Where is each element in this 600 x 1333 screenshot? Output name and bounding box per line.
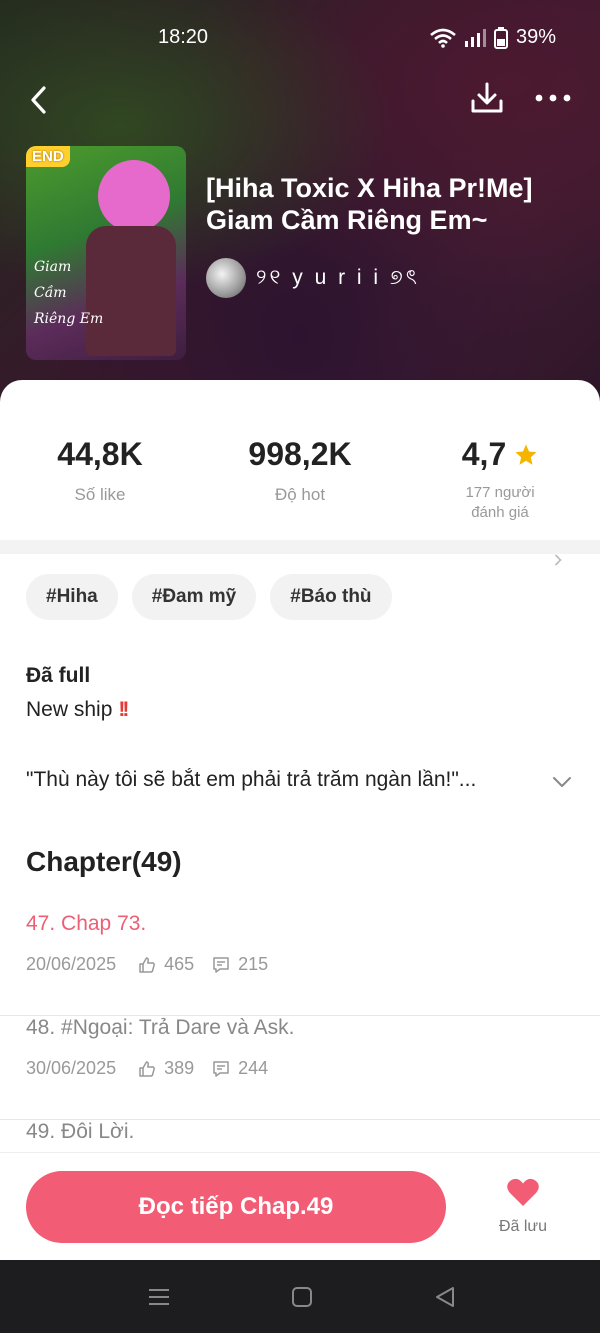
chapter-title: 49. Đôi Lời. (26, 1120, 135, 1143)
continue-reading-button[interactable]: Đọc tiếp Chap.49 (26, 1171, 446, 1243)
saved-label: Đã lưu (498, 1218, 548, 1235)
tag-list: #Hiha #Đam mỹ #Báo thù (26, 574, 392, 620)
chevron-left-icon (31, 86, 46, 114)
triangle-back-icon (436, 1287, 454, 1307)
tag-chip[interactable]: #Báo thù (270, 574, 392, 620)
story-summary: "Thù này tôi sẽ bắt em phải trả trăm ngà… (26, 768, 477, 791)
rating-count-label: 177 người (465, 484, 535, 501)
likes-label: Số like (74, 485, 126, 504)
menu-icon (149, 1289, 169, 1305)
battery-level: 39% (515, 26, 556, 48)
cover-title-art: Giam Cầm Riêng Em (34, 259, 104, 327)
chapter-date: 20/06/2025 (26, 954, 117, 974)
thumbs-up-icon (138, 956, 156, 974)
status-time: 18:20 (158, 26, 209, 48)
signal-icon (464, 28, 486, 47)
chevron-right-icon[interactable] (554, 554, 562, 566)
likes-value: 44,8K (57, 436, 143, 472)
battery-icon (493, 26, 508, 49)
top-bar (0, 76, 600, 124)
chapter-title: 47. Chap 73. (26, 912, 147, 935)
home-nav-button[interactable] (287, 1282, 317, 1312)
description-text: New ship (26, 698, 113, 721)
section-divider (0, 540, 600, 554)
comment-icon (212, 956, 230, 974)
author-avatar (206, 258, 246, 298)
details-sheet: 44,8K Số like 998,2K Độ hot 4,7 177 ngườ… (0, 380, 600, 1260)
stat-hot: 998,2K Độ hot (200, 436, 400, 505)
stats-row: 44,8K Số like 998,2K Độ hot 4,7 177 ngườ… (0, 436, 600, 566)
system-navigation-bar (0, 1260, 600, 1333)
chapter-title: 48. #Ngoại: Trả Dare và Ask. (26, 1016, 295, 1039)
chapter-row[interactable]: 48. #Ngoại: Trả Dare và Ask. 30/06/2025 … (0, 1016, 600, 1120)
stat-likes: 44,8K Số like (0, 436, 200, 505)
hot-value: 998,2K (248, 436, 352, 472)
download-icon (471, 82, 503, 113)
expand-summary-button[interactable] (548, 768, 576, 796)
download-button[interactable] (468, 78, 506, 118)
star-icon (515, 444, 537, 465)
home-square-icon (292, 1287, 312, 1307)
chapter-comments: 215 (238, 954, 269, 974)
menu-nav-button[interactable] (144, 1282, 174, 1312)
chapter-row[interactable]: 47. Chap 73. 20/06/2025 465 215 (0, 912, 600, 1016)
more-horizontal-icon (535, 94, 571, 102)
wifi-icon (430, 28, 456, 48)
double-exclamation-icon: !! (118, 698, 129, 721)
story-title: [Hiha Toxic X Hiha Pr!Me] Giam Cầm Riêng… (206, 173, 533, 235)
chapter-header: Chapter(49) (26, 846, 182, 877)
save-button[interactable]: Đã lưu (488, 1177, 558, 1236)
status-bar: 18:20 39% (0, 0, 600, 74)
status-icons: 39% (430, 26, 556, 49)
chevron-down-icon (553, 777, 571, 787)
hot-label: Độ hot (274, 485, 326, 504)
chapter-meta: 30/06/2025 389 244 (26, 1058, 286, 1079)
chapter-likes: 465 (164, 954, 195, 974)
cover-image[interactable]: END Giam Cầm Riêng Em (26, 146, 186, 360)
chapter-meta: 20/06/2025 465 215 (26, 954, 286, 975)
end-badge: END (26, 146, 70, 167)
comment-icon (212, 1060, 230, 1078)
back-button[interactable] (22, 80, 54, 120)
more-options-button[interactable] (532, 78, 574, 118)
bottom-action-bar: Đọc tiếp Chap.49 Đã lưu (0, 1152, 600, 1260)
chapter-comments: 244 (238, 1058, 269, 1078)
author-name: ୨୧ y u r i i ୭ৎ (256, 265, 420, 289)
chapter-likes: 389 (164, 1058, 195, 1078)
completion-status: Đã full (26, 664, 91, 687)
tag-chip[interactable]: #Đam mỹ (131, 574, 257, 620)
thumbs-up-icon (138, 1060, 156, 1078)
back-nav-button[interactable] (430, 1282, 460, 1312)
chapter-date: 30/06/2025 (26, 1058, 117, 1078)
rating-value: 4,7 (461, 436, 507, 472)
stat-rating[interactable]: 4,7 177 người đánh giá (400, 436, 600, 523)
author[interactable]: ୨୧ y u r i i ୭ৎ (206, 258, 420, 298)
heart-icon (507, 1178, 539, 1206)
description: New ship!! (26, 698, 129, 722)
tag-chip[interactable]: #Hiha (26, 574, 118, 620)
rating-count-label-2: đánh giá (471, 504, 529, 521)
